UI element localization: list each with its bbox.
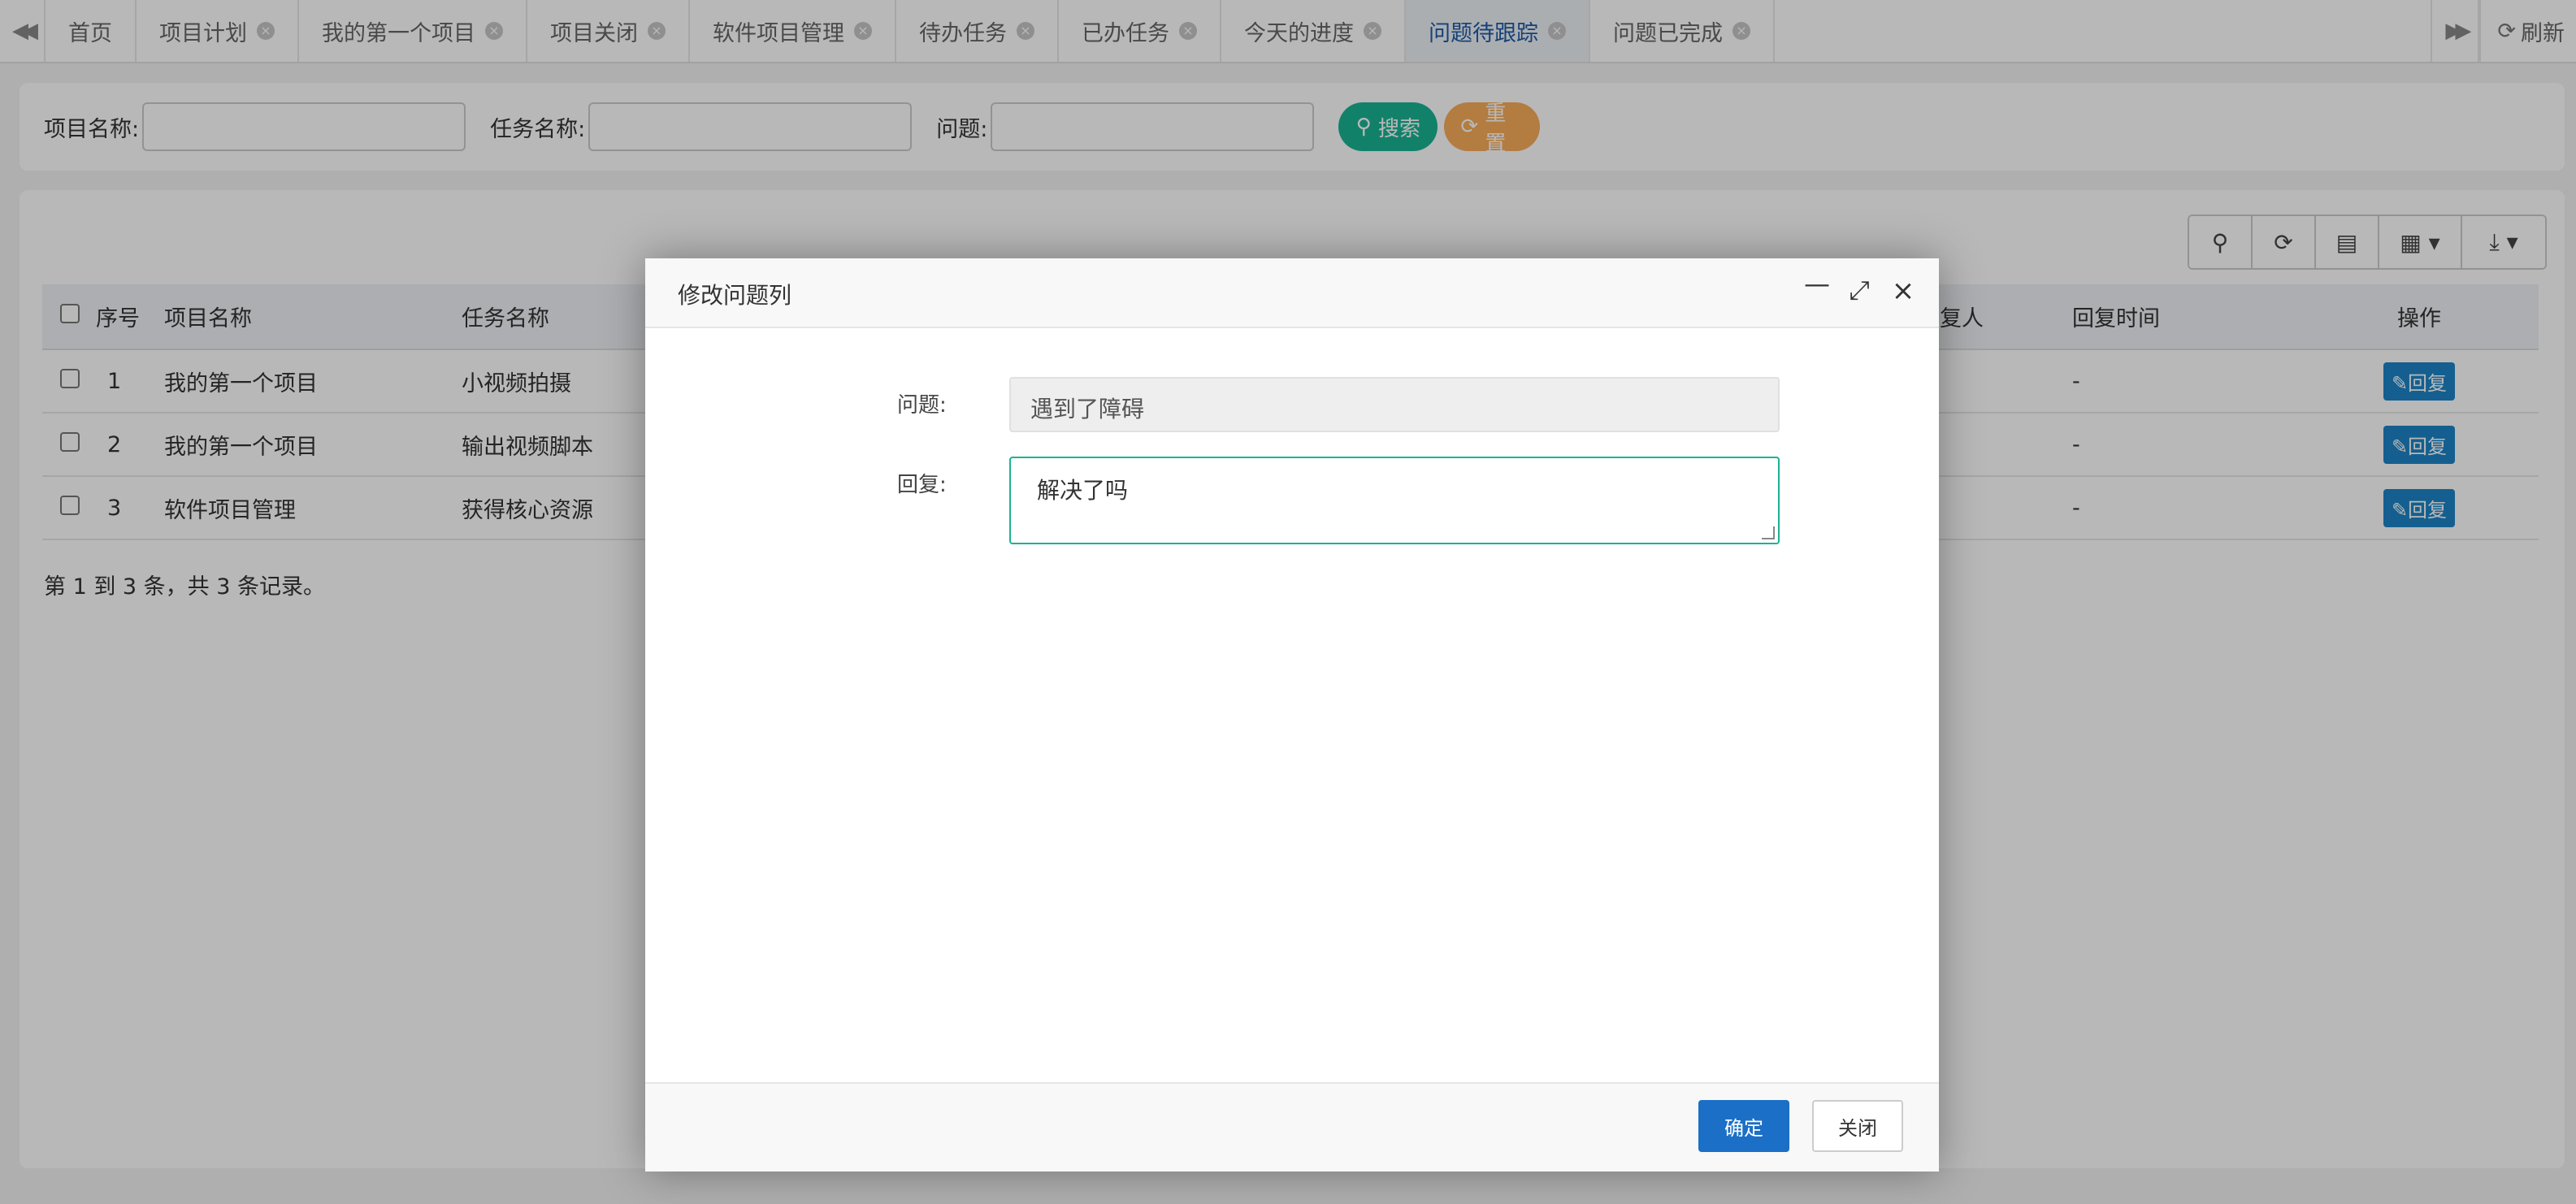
dialog-footer: 确定 关闭 [645, 1082, 1939, 1172]
issue-question-label: 问题: [897, 393, 947, 418]
issue-reply-label: 回复: [897, 473, 947, 497]
minimize-icon[interactable]: — [1802, 268, 1832, 301]
close-icon[interactable]: × [1889, 275, 1918, 307]
maximize-icon[interactable]: ⤢ [1845, 275, 1874, 307]
issue-reply-textarea[interactable]: 解决了吗 [1009, 457, 1780, 544]
dialog-title: 修改问题列 [678, 282, 792, 309]
resize-handle[interactable] [1762, 526, 1775, 539]
close-button[interactable]: 关闭 [1812, 1100, 1903, 1152]
dialog-header: 修改问题列 — ⤢ × [645, 258, 1939, 328]
reply-text: 解决了吗 [1037, 477, 1129, 504]
issue-question-field: 遇到了障碍 [1009, 377, 1780, 432]
edit-issue-dialog: 修改问题列 — ⤢ × 问题: 遇到了障碍 回复: 解决了吗 确定 关闭 [645, 258, 1939, 1172]
confirm-button[interactable]: 确定 [1698, 1100, 1789, 1152]
